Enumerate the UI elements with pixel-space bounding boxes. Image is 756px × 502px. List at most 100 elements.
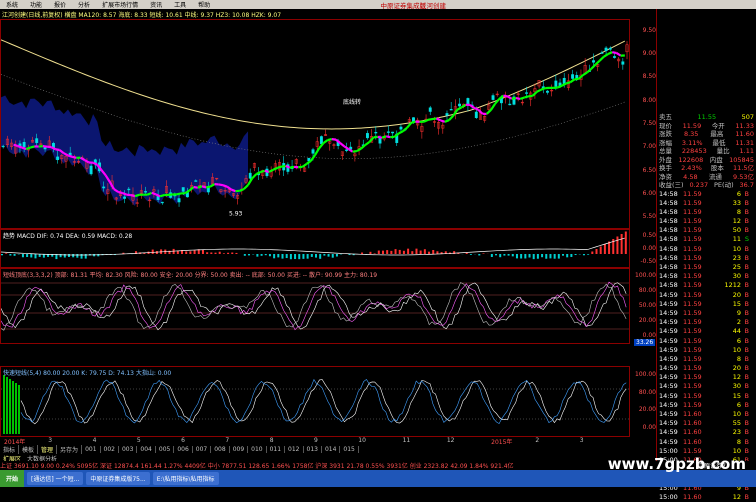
indicator-tab[interactable]: 003	[119, 446, 137, 453]
candle-body	[458, 104, 460, 106]
task-button-2[interactable]: 中原证券集成版75...	[86, 472, 149, 485]
tick-row: 14:5811.598B	[657, 208, 756, 217]
macd-bar	[256, 254, 258, 257]
macd-bar	[185, 251, 187, 254]
candle-body	[571, 75, 573, 79]
indicator-tab[interactable]: 004	[137, 446, 155, 453]
macd-bar	[235, 253, 237, 254]
quote-stat-value: 228453	[682, 147, 707, 156]
axis-tick-label: 7.50	[643, 120, 656, 127]
indicator-tab[interactable]: 013	[304, 446, 322, 453]
kd-pane[interactable]: 快速短线(5,4) 80.00 20.00 K: 79.75 D: 74.13 …	[0, 366, 630, 437]
candle-body	[450, 109, 452, 110]
indicator-tab[interactable]: 模板	[19, 445, 38, 454]
ma-short-segment	[616, 53, 620, 56]
quote-stat-value: 11.5亿	[733, 164, 754, 173]
indicator-tab[interactable]: 指标	[0, 445, 19, 454]
menu-item-system[interactable]: 系统	[0, 0, 24, 9]
macd-title: 趋势 MACD DIF: 0.74 DEA: 0.59 MACD: 0.28	[3, 231, 132, 240]
macd-bar	[336, 254, 338, 257]
macd-bar	[625, 232, 627, 255]
tick-volume: 12	[711, 373, 741, 382]
indicator-tab[interactable]: 002	[101, 446, 119, 453]
tick-price: 11.60	[683, 438, 711, 447]
tick-time: 14:59	[659, 300, 683, 309]
menu-item-info[interactable]: 资讯	[144, 0, 168, 9]
candle-body	[546, 91, 548, 92]
macd-bar	[227, 253, 229, 254]
task-button-3[interactable]: E:\私用指标\私用指标	[153, 472, 219, 485]
tick-price: 11.59	[683, 346, 711, 355]
ma-short-segment	[537, 90, 541, 92]
candle-body	[195, 181, 197, 182]
tick-row: 14:5911.599B	[657, 309, 756, 318]
macd-pane[interactable]: 趋势 MACD DIF: 0.74 DEA: 0.59 MACD: 0.28	[0, 229, 630, 268]
oscillator-marker: 33.26	[634, 339, 655, 346]
ma-short-segment	[43, 146, 47, 147]
candle-body	[387, 132, 389, 133]
tick-time: 14:59	[659, 327, 683, 336]
price-chart-pane[interactable]: 5.93底线转	[0, 19, 630, 229]
menu-item-tools[interactable]: 工具	[168, 0, 192, 9]
quote-stat-label: 涨幅	[659, 139, 672, 148]
indicator-tab[interactable]: 001	[82, 446, 100, 453]
indicator-tab[interactable]: 005	[156, 446, 174, 453]
indicator-tab[interactable]: 011	[267, 446, 285, 453]
ma-short-segment	[135, 195, 139, 196]
macd-bar	[386, 250, 388, 254]
tab-extended-area[interactable]: 扩展区	[0, 454, 24, 461]
indicator-tab[interactable]: 010	[248, 446, 266, 453]
indicator-tab[interactable]: 007	[193, 446, 211, 453]
tick-row: 14:5911.5910B	[657, 346, 756, 355]
macd-bar	[244, 254, 246, 256]
axis-tick-label: -0.50	[640, 258, 656, 265]
quote-stat-label: 换手	[659, 164, 672, 173]
macd-bar	[495, 254, 497, 255]
date-label: 3	[580, 437, 584, 444]
tick-price: 11.59	[683, 199, 711, 208]
menu-item-analysis[interactable]: 分析	[72, 0, 96, 9]
indicator-tab[interactable]: 014	[322, 446, 340, 453]
start-button[interactable]: 开始	[0, 470, 24, 487]
candle-body	[592, 61, 594, 63]
tick-time: 14:59	[659, 382, 683, 391]
tick-side: B	[741, 263, 749, 272]
indicator-tab[interactable]: 009	[230, 446, 248, 453]
tab-big-data[interactable]: 大数据分析	[24, 454, 60, 461]
tick-price: 11.59	[683, 190, 711, 199]
ma-short-segment	[533, 92, 537, 96]
indicator-tab[interactable]: 006	[174, 446, 192, 453]
ma-short-segment	[457, 107, 461, 109]
macd-bar	[273, 254, 275, 258]
menu-item-extended-market[interactable]: 扩展市场行情	[96, 0, 144, 9]
tick-price: 11.59	[683, 272, 711, 281]
ma-short-segment	[608, 52, 612, 54]
macd-bar	[621, 234, 623, 254]
tick-volume: 2	[711, 318, 741, 327]
tick-row: 14:5811.5923B	[657, 254, 756, 263]
tick-price: 11.60	[683, 419, 711, 428]
task-button-1[interactable]: [通达信] 一个短...	[27, 472, 83, 485]
menu-item-function[interactable]: 功能	[24, 0, 48, 9]
indicator-tab[interactable]: 012	[285, 446, 303, 453]
oscillator-pane[interactable]: 短线顶底(3,3,3,2) 顶部: 81.31 平均: 82.30 风险: 80…	[0, 268, 630, 344]
quote-stat-label: 量比	[717, 147, 730, 156]
tick-volume: 44	[711, 327, 741, 336]
ma-short-segment	[583, 72, 587, 75]
indicator-tab[interactable]: 008	[211, 446, 229, 453]
ma-short-segment	[344, 146, 348, 149]
menu-item-help[interactable]: 帮助	[192, 0, 216, 9]
date-label: 11	[403, 437, 411, 444]
indicator-tab[interactable]: 015	[340, 446, 358, 453]
tick-volume: 9	[711, 309, 741, 318]
indicator-tab[interactable]: 另存为	[57, 445, 82, 454]
indicator-tab[interactable]: 管理	[38, 445, 57, 454]
ma-short-segment	[478, 110, 482, 114]
menu-item-quote[interactable]: 报价	[48, 0, 72, 9]
quote-stat-row: 涨跌8.35最高11.60	[657, 130, 756, 139]
macd-bar	[415, 249, 417, 254]
tick-side: B	[741, 382, 749, 391]
ma-short-segment	[122, 193, 126, 195]
date-label: 8	[270, 437, 274, 444]
tick-time: 14:58	[659, 263, 683, 272]
